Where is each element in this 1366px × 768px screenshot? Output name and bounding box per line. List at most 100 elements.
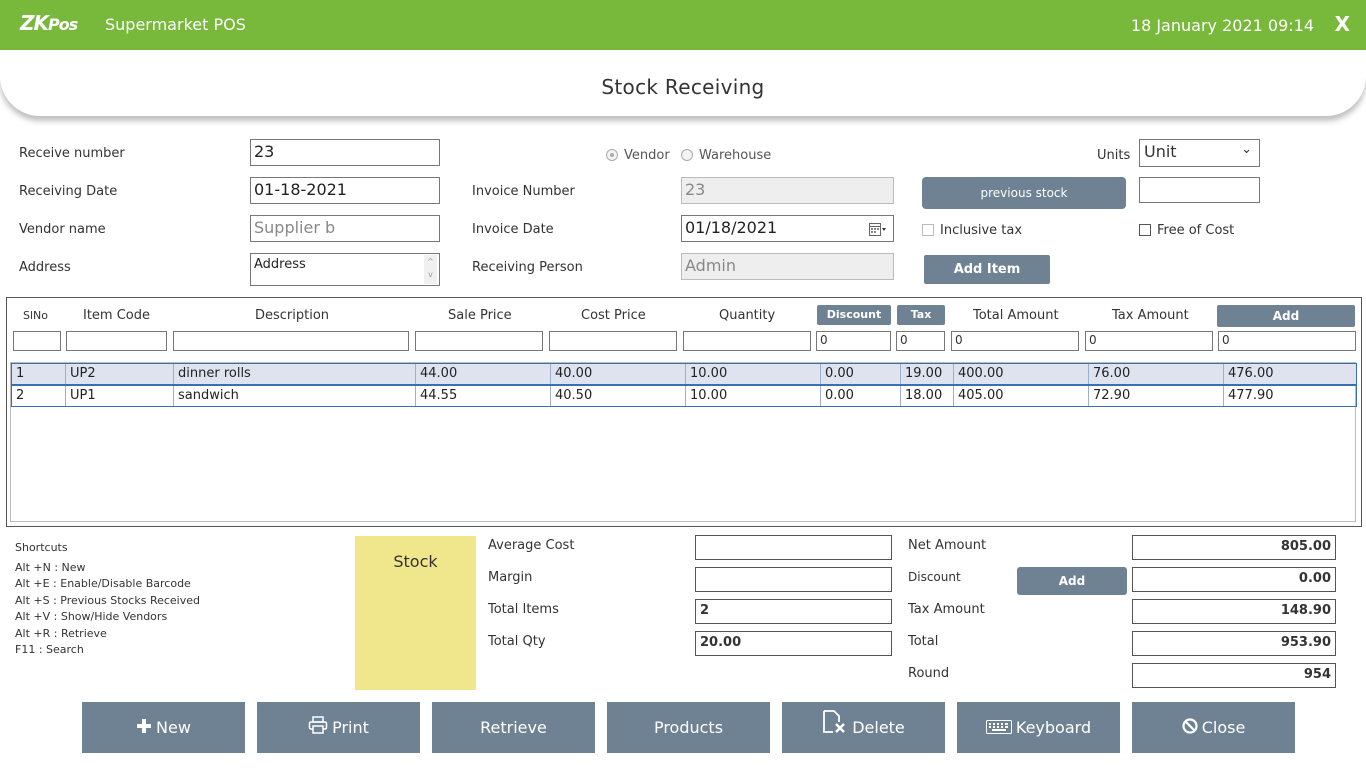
average-cost-label: Average Cost	[488, 538, 575, 553]
total-qty-field[interactable]: 20.00	[695, 631, 892, 656]
cell-description: sandwich	[174, 386, 416, 406]
total-field[interactable]: 953.90	[1132, 631, 1336, 656]
filter-slno[interactable]	[13, 331, 61, 351]
filter-add[interactable]: 0	[1218, 331, 1356, 351]
margin-field[interactable]	[695, 567, 892, 592]
filter-item-code[interactable]	[66, 331, 167, 351]
col-description: Description	[255, 308, 330, 323]
address-textarea[interactable]: Address ^ v	[250, 253, 440, 286]
receiving-date-label: Receiving Date	[19, 184, 118, 199]
new-button[interactable]: New	[82, 702, 245, 753]
margin-label: Margin	[488, 570, 533, 585]
total-items-field[interactable]: 2	[695, 599, 892, 624]
filter-description[interactable]	[173, 331, 409, 351]
total-qty-label: Total Qty	[488, 634, 546, 649]
filter-discount[interactable]: 0	[816, 331, 891, 351]
invoice-number-label: Invoice Number	[472, 184, 575, 199]
cell-item-code: UP2	[66, 364, 174, 384]
col-tax-amount: Tax Amount	[1112, 308, 1189, 323]
table-row[interactable]: 2 UP1 sandwich 44.55 40.50 10.00 0.00 18…	[11, 385, 1357, 407]
cell-tax: 18.00	[901, 386, 954, 406]
keyboard-button[interactable]: Keyboard	[957, 702, 1120, 753]
add-column-button[interactable]: Add	[1217, 305, 1355, 327]
keyboard-icon	[985, 703, 1012, 754]
cell-quantity: 10.00	[686, 386, 821, 406]
cell-net: 477.90	[1228, 388, 1274, 403]
delete-button[interactable]: Delete	[782, 702, 945, 753]
plus-icon	[136, 703, 152, 754]
table-row[interactable]: 1 UP2 dinner rolls 44.00 40.00 10.00 0.0…	[11, 363, 1357, 385]
col-cost-price: Cost Price	[581, 308, 646, 323]
items-grid: SlNo Item Code Description Sale Price Co…	[6, 297, 1362, 527]
shortcuts-title: Shortcuts	[15, 541, 68, 554]
filter-cost-price[interactable]	[549, 331, 677, 351]
app-logo: ZKPos	[20, 11, 78, 35]
cell-description: dinner rolls	[174, 364, 416, 384]
units-extra-input[interactable]	[1139, 177, 1260, 203]
add-item-button[interactable]: Add Item	[924, 255, 1050, 284]
receiving-person-label: Receiving Person	[472, 260, 583, 275]
inclusive-tax-checkbox[interactable]: Inclusive tax	[922, 223, 1022, 238]
units-select[interactable]: Unit ⌄	[1139, 139, 1260, 167]
free-of-cost-box	[1139, 224, 1151, 236]
col-quantity: Quantity	[719, 308, 776, 323]
tax-amount-field[interactable]: 148.90	[1132, 599, 1336, 624]
round-field[interactable]: 954	[1132, 663, 1336, 688]
address-placeholder: Address	[254, 257, 306, 272]
filter-sale-price[interactable]	[415, 331, 543, 351]
units-label: Units	[1097, 148, 1131, 163]
cell-sale-price: 44.00	[416, 364, 551, 384]
cell-tax-amount: 72.90	[1089, 386, 1224, 406]
invoice-date-input[interactable]: 01/18/2021	[681, 215, 894, 242]
average-cost-field[interactable]	[695, 535, 892, 560]
printer-icon	[308, 703, 328, 754]
receiving-person-input[interactable]: Admin	[681, 253, 894, 280]
filter-quantity[interactable]	[683, 331, 811, 351]
close-app-button[interactable]: X	[1335, 12, 1350, 36]
filter-tax[interactable]: 0	[896, 331, 945, 351]
shortcut-item: Alt +R : Retrieve	[15, 626, 107, 640]
invoice-number-input[interactable]: 23	[681, 177, 894, 204]
receiving-date-input[interactable]: 01-18-2021	[250, 177, 440, 204]
cell-cost-price: 40.00	[551, 364, 686, 384]
cell-sale-price: 44.55	[416, 386, 551, 406]
radio-vendor[interactable]: Vendor	[606, 148, 670, 163]
products-button[interactable]: Products	[607, 702, 770, 753]
tax-amount-label: Tax Amount	[908, 602, 985, 617]
vendor-name-input[interactable]: Supplier b	[250, 215, 440, 242]
cell-tax: 19.00	[901, 364, 954, 384]
filter-total-amount[interactable]: 0	[951, 331, 1079, 351]
col-total-amount: Total Amount	[973, 308, 1059, 323]
delete-file-icon	[822, 703, 848, 754]
vendor-name-label: Vendor name	[19, 222, 106, 237]
cell-cost-price: 40.50	[551, 386, 686, 406]
discount-column-button[interactable]: Discount	[817, 305, 891, 325]
col-sale-price: Sale Price	[448, 308, 512, 323]
app-title: Supermarket POS	[105, 15, 246, 34]
radio-warehouse[interactable]: Warehouse	[681, 148, 771, 163]
cell-net: 476.00	[1228, 366, 1274, 381]
cell-item-code: UP1	[66, 386, 174, 406]
filter-tax-amount[interactable]: 0	[1085, 331, 1213, 351]
tax-column-button[interactable]: Tax	[897, 305, 945, 325]
address-scrollbar[interactable]: ^ v	[424, 255, 437, 284]
retrieve-button[interactable]: Retrieve	[432, 702, 595, 753]
net-amount-field[interactable]: 805.00	[1132, 535, 1336, 560]
col-item-code: Item Code	[83, 308, 151, 323]
grid-rows: 1 UP2 dinner rolls 44.00 40.00 10.00 0.0…	[10, 362, 1357, 522]
discount-field[interactable]: 0.00	[1132, 567, 1336, 592]
receive-number-input[interactable]: 23	[250, 139, 440, 166]
previous-stock-button[interactable]: previous stock	[922, 177, 1126, 209]
discount-add-button[interactable]: Add	[1017, 567, 1127, 595]
page-title: Stock Receiving	[601, 75, 765, 99]
cell-total-amount: 400.00	[954, 364, 1089, 384]
close-button[interactable]: Close	[1132, 702, 1295, 753]
discount-label: Discount	[908, 570, 961, 584]
shortcut-item: F11 : Search	[15, 643, 84, 656]
shortcuts-panel: Shortcuts Alt +N : New Alt +E : Enable/D…	[15, 540, 200, 659]
ban-icon	[1182, 703, 1198, 754]
free-of-cost-checkbox[interactable]: Free of Cost	[1139, 223, 1234, 238]
calendar-icon[interactable]	[869, 222, 887, 236]
stock-panel: Stock	[355, 536, 476, 690]
print-button[interactable]: Print	[257, 702, 420, 753]
